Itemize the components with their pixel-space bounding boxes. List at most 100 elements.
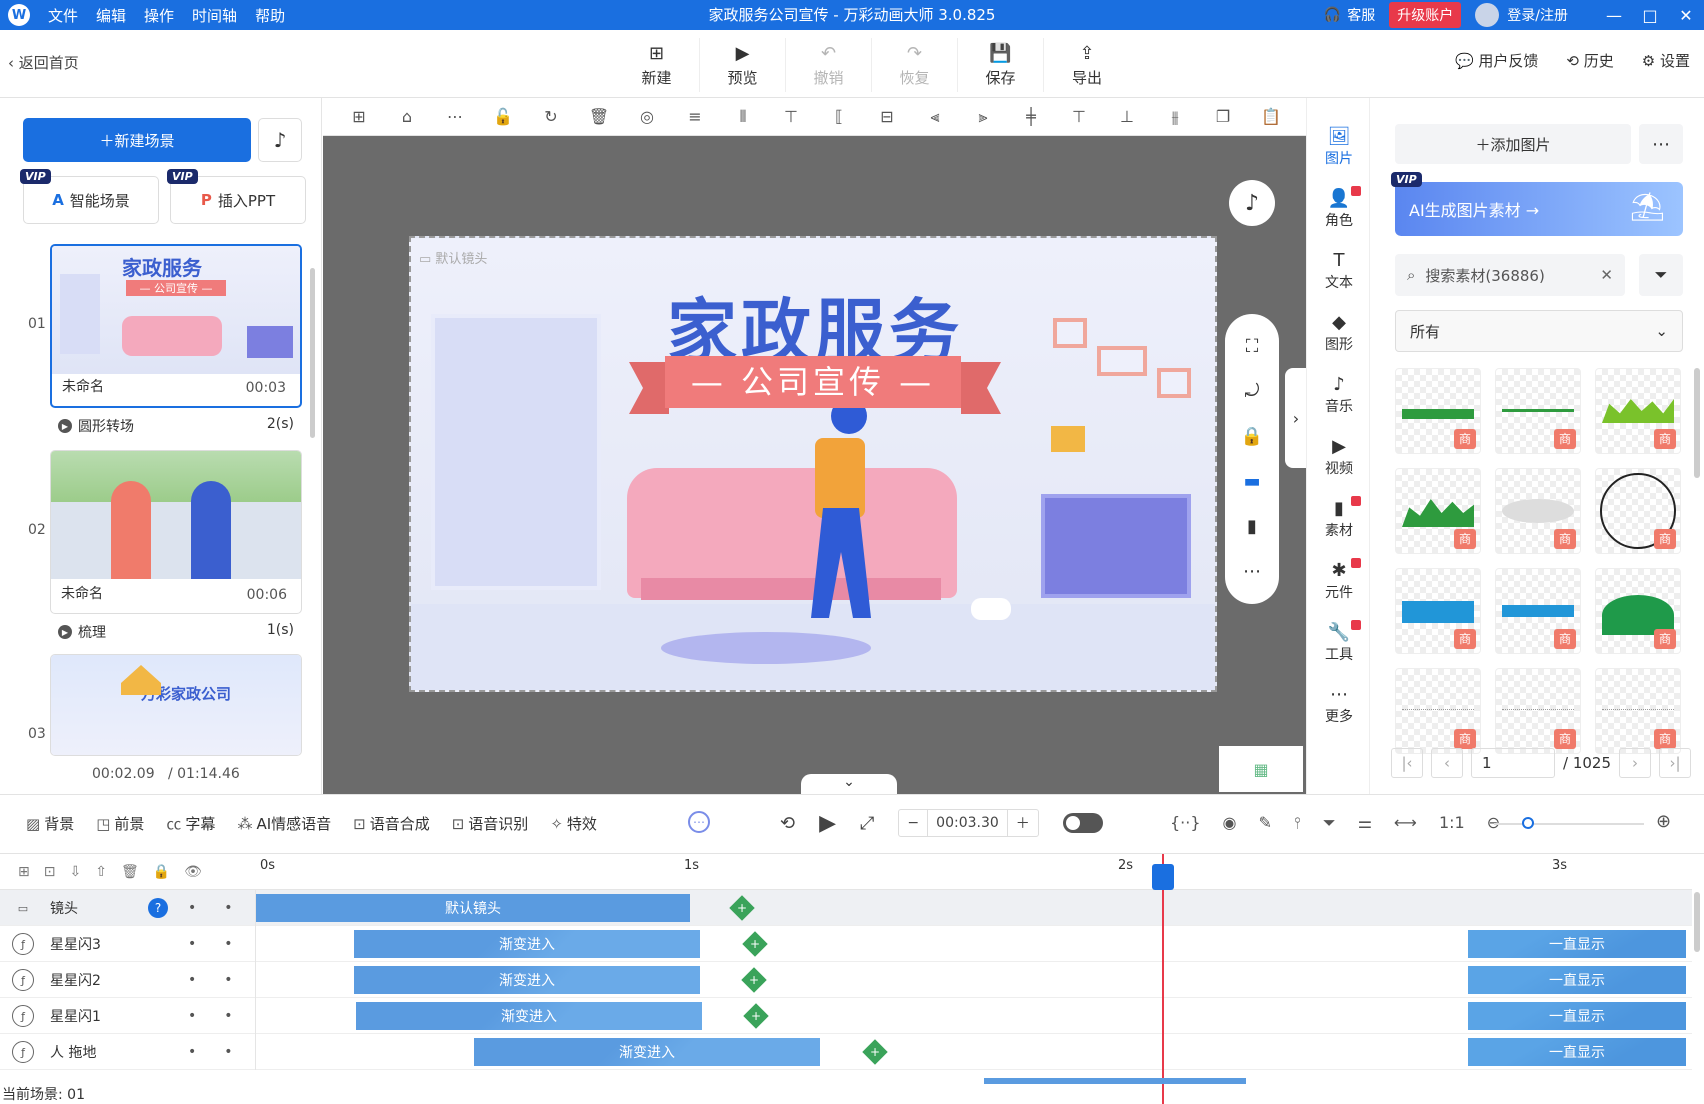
track-toggle-dots[interactable]: ••	[188, 972, 261, 988]
asset-thumbnail[interactable]: 商	[1595, 368, 1681, 454]
last-page-button[interactable]: ›|	[1659, 748, 1691, 778]
scene-music-button[interactable]: ♪	[258, 118, 302, 162]
animation-bar[interactable]: 一直显示	[1468, 930, 1686, 958]
focus-icon[interactable]: ◎	[623, 107, 671, 126]
scene-scrollbar[interactable]	[310, 268, 315, 438]
time-value[interactable]: 00:03.30	[927, 810, 1008, 836]
scene-transition[interactable]: ▶ 圆形转场 2(s)	[58, 416, 294, 436]
new-scene-button[interactable]: ＋ 新建场景	[23, 118, 251, 162]
more-dots-icon[interactable]: ⋯	[431, 107, 479, 126]
fit-screen-icon[interactable]: ⛶	[1246, 336, 1259, 357]
smart-scene-button[interactable]: VIP A 智能场景	[20, 169, 159, 224]
animation-bar[interactable]: 默认镜头	[256, 894, 690, 922]
animation-bar[interactable]: 一直显示	[1468, 966, 1686, 994]
scene-transition[interactable]: ▶ 梳理 1(s)	[58, 622, 294, 642]
delete-icon[interactable]: 🗑	[121, 864, 139, 880]
nav-item-4[interactable]: ♪ 音乐	[1307, 374, 1371, 416]
delete-icon[interactable]: 🗑	[575, 107, 623, 126]
eye-icon[interactable]: 👁	[184, 864, 202, 880]
more-options-button[interactable]: ⋯	[1639, 124, 1683, 164]
scene-thumbnail-02[interactable]: 未命名 00:06	[50, 450, 302, 614]
asset-scrollbar[interactable]	[1694, 368, 1700, 478]
next-page-button[interactable]: ›	[1619, 748, 1651, 778]
asset-thumbnail[interactable]: 商	[1495, 368, 1581, 454]
asset-thumbnail[interactable]: 商	[1595, 468, 1681, 554]
minus-icon[interactable]: −	[899, 815, 927, 831]
timeline-tool-1[interactable]: ◳ 前景	[96, 813, 144, 834]
align-right-icon[interactable]: ⫸	[959, 107, 1007, 127]
add-image-button[interactable]: ＋ 添加图片	[1395, 124, 1631, 164]
scene-thumbnail-03[interactable]: 万彩家政公司	[50, 654, 302, 756]
track-toggle-dots[interactable]: ••	[188, 936, 261, 952]
fit-width-icon[interactable]: ⟷	[1394, 813, 1417, 833]
asset-thumbnail[interactable]: 商	[1395, 468, 1481, 554]
undo-button[interactable]: ↶ 撤销	[786, 38, 872, 92]
back-home-button[interactable]: ‹ 返回首页	[8, 52, 79, 73]
save-button[interactable]: 💾 保存	[958, 38, 1044, 92]
nav-item-8[interactable]: 🔧 工具	[1307, 620, 1371, 664]
track-toggle-dots[interactable]: ••	[188, 1008, 261, 1024]
add-folder-icon[interactable]: ⊞	[18, 864, 30, 880]
new-button[interactable]: ⊞ 新建	[614, 38, 700, 92]
insert-ppt-button[interactable]: VIP P 插入PPT	[167, 169, 306, 224]
clear-icon[interactable]: ✕	[1600, 266, 1613, 284]
bg-music-button[interactable]: ♪	[1229, 180, 1275, 226]
asset-thumbnail[interactable]: 商	[1395, 368, 1481, 454]
prev-page-button[interactable]: ‹	[1431, 748, 1463, 778]
rug[interactable]	[661, 632, 871, 664]
login-register-link[interactable]: 登录/注册	[1507, 5, 1568, 25]
align-top-icon[interactable]: ⊤	[767, 107, 815, 126]
asset-thumbnail[interactable]: 商	[1495, 568, 1581, 654]
filter-button[interactable]: ⏷	[1639, 254, 1683, 296]
timeline-scrollbar[interactable]	[1694, 892, 1700, 952]
settings-button[interactable]: ⚙ 设置	[1642, 50, 1690, 71]
track-label[interactable]: ƒ人 拖地 ••	[0, 1034, 256, 1070]
track-label[interactable]: ƒ 星星闪2 ••	[0, 962, 256, 998]
nav-item-2[interactable]: T 文本	[1307, 250, 1371, 292]
stage-ribbon[interactable]: — 公司宣传 —	[665, 356, 961, 408]
nav-item-0[interactable]: 🖼 图片	[1307, 126, 1371, 168]
align-top-edge-icon[interactable]: ⊤	[1055, 107, 1103, 126]
export-button[interactable]: ⇪ 导出	[1044, 38, 1130, 92]
animation-bar[interactable]: 渐变进入	[474, 1038, 820, 1066]
paste-icon[interactable]: 📋	[1247, 107, 1295, 126]
animation-bar[interactable]: 渐变进入	[356, 1002, 702, 1030]
align-middle-icon[interactable]: ╪	[1007, 107, 1055, 126]
animation-bar[interactable]: 渐变进入	[354, 966, 700, 994]
history-button[interactable]: ⟲ 历史	[1566, 50, 1613, 71]
page-input[interactable]: 1	[1471, 748, 1555, 778]
distribute-h-icon[interactable]: ⫵	[1151, 107, 1199, 127]
first-page-button[interactable]: |‹	[1391, 748, 1423, 778]
cleaning-person[interactable]	[791, 398, 881, 628]
add-keyframe-icon[interactable]: +	[862, 1039, 888, 1065]
nav-item-1[interactable]: 👤 角色	[1307, 186, 1371, 230]
replay-icon[interactable]: ⟲	[780, 813, 795, 834]
zoom-slider-handle[interactable]	[1522, 817, 1534, 829]
screen-landscape-icon[interactable]: ▬	[1243, 471, 1260, 492]
timeline-tool-6[interactable]: ✧ 特效	[550, 813, 597, 834]
add-keyframe-icon[interactable]: +	[729, 895, 755, 921]
timeline-track[interactable]: ▭ 镜头? •• 默认镜头 +	[0, 890, 1692, 926]
play-icon[interactable]: ▶	[819, 811, 836, 836]
timeline-tool-5[interactable]: ⊡ 语音识别	[452, 813, 529, 834]
lock-icon[interactable]: 🔒	[1241, 426, 1263, 447]
asset-thumbnail[interactable]: 商	[1495, 668, 1581, 754]
move-up-icon[interactable]: ⇧	[95, 864, 107, 880]
camera-icon[interactable]: ◉	[1223, 813, 1237, 833]
track-label[interactable]: ƒ 星星闪1 ••	[0, 998, 256, 1034]
time-stepper[interactable]: − 00:03.30 ＋	[898, 809, 1039, 837]
feedback-button[interactable]: 💬 用户反馈	[1455, 50, 1538, 71]
adjust-icon[interactable]: ⚌	[1358, 813, 1372, 833]
maximize-button[interactable]: □	[1632, 6, 1668, 25]
bracket-code-icon[interactable]: {··}	[1170, 813, 1201, 833]
toggle-switch[interactable]	[1062, 813, 1103, 833]
plus-icon[interactable]: ＋	[1008, 813, 1038, 833]
collapse-right-panel-button[interactable]: ›	[1285, 368, 1307, 468]
move-down-icon[interactable]: ⇩	[69, 864, 81, 880]
menu-file[interactable]: 文件	[48, 5, 78, 26]
nav-item-9[interactable]: ⋯ 更多	[1307, 684, 1371, 726]
timeline-track[interactable]: ƒ 星星闪3 •• 渐变进入 一直显示 +	[0, 926, 1692, 962]
rotate-icon[interactable]: ⤾	[1245, 381, 1260, 402]
align-center-h-icon[interactable]: ≡	[671, 107, 719, 126]
asset-thumbnail[interactable]: 商	[1595, 568, 1681, 654]
